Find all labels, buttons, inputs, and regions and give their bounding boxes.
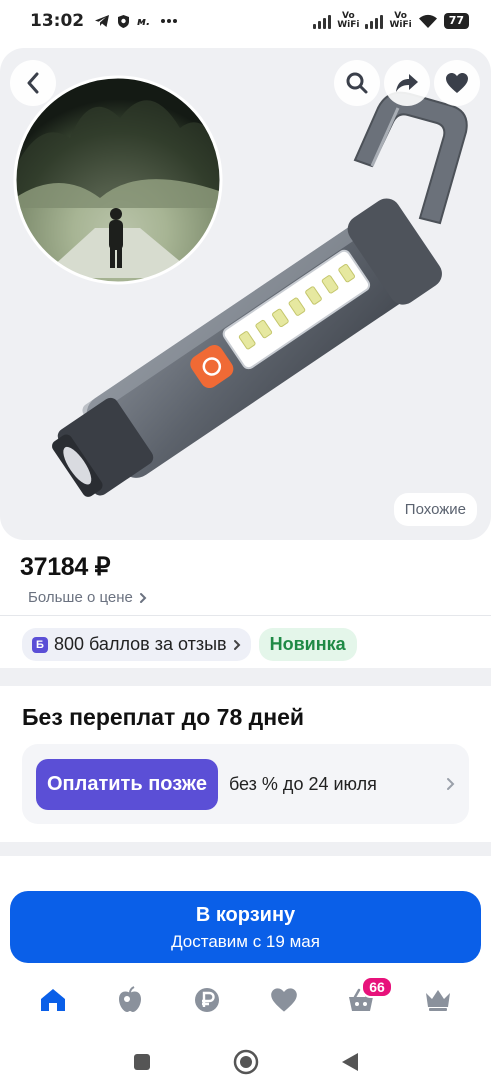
- m-icon: м.: [137, 15, 150, 27]
- installment-card: Без переплат до 78 дней Оплатить позже б…: [0, 686, 491, 842]
- next-section-card: [0, 856, 491, 896]
- search-button[interactable]: [334, 60, 380, 106]
- price-details-link[interactable]: Больше о цене: [28, 589, 147, 606]
- nav-finance[interactable]: [185, 978, 229, 1022]
- installment-title: Без переплат до 78 дней: [22, 704, 305, 730]
- nav-profile[interactable]: [416, 978, 460, 1022]
- status-notification-icons: м.: [94, 14, 178, 29]
- chevron-right-icon: [139, 592, 147, 603]
- review-points-chip[interactable]: Б 800 баллов за отзыв: [22, 628, 251, 661]
- square-icon: [133, 1054, 150, 1070]
- delivery-date-label: Доставим с 19 мая: [171, 932, 320, 951]
- nav-favorites[interactable]: [262, 978, 306, 1022]
- cart-count-badge: 66: [361, 976, 393, 998]
- search-icon: [346, 72, 368, 94]
- triangle-back-icon: [341, 1053, 358, 1071]
- wifi-icon: [418, 14, 437, 28]
- product-image: [13, 75, 468, 497]
- nav-home[interactable]: [31, 978, 75, 1022]
- chevron-left-icon: [27, 72, 39, 94]
- system-navigation-bar: [0, 1034, 491, 1090]
- ruble-icon: [194, 988, 219, 1012]
- back-button[interactable]: [10, 60, 56, 106]
- signal-icon: [313, 13, 332, 29]
- pay-later-button[interactable]: Оплатить позже: [36, 758, 218, 810]
- share-icon: [396, 74, 418, 92]
- battery-indicator: 77: [443, 13, 469, 29]
- heart-icon: [446, 73, 468, 93]
- shield-icon: [118, 14, 130, 28]
- share-button[interactable]: [384, 60, 430, 106]
- new-badge: Новинка: [258, 628, 357, 661]
- product-badges: Б 800 баллов за отзыв Новинка: [22, 628, 357, 661]
- status-time: 13:02: [30, 11, 85, 31]
- vowifi-label: Vo WiFi: [337, 11, 360, 30]
- add-to-cart-button[interactable]: В корзину Доставим с 19 мая: [10, 891, 481, 963]
- svg-text:м.: м.: [137, 15, 150, 27]
- home-icon: [40, 989, 65, 1011]
- section-separator: [0, 668, 491, 686]
- product-price: 37184 ₽: [20, 553, 111, 581]
- apple-icon: [118, 986, 141, 1012]
- chevron-right-icon: [447, 778, 455, 790]
- home-system-button[interactable]: [233, 1049, 259, 1075]
- installment-terms: без % до 24 июля: [228, 773, 377, 794]
- product-image-gallery[interactable]: Похожие: [0, 48, 491, 540]
- status-system-icons: Vo WiFi Vo WiFi 77: [313, 12, 469, 30]
- nav-cart[interactable]: 66: [339, 976, 393, 1022]
- vowifi-label-2: Vo WiFi: [389, 11, 412, 30]
- nav-catalog[interactable]: [108, 978, 152, 1022]
- status-bar: 13:02 м. Vo WiFi Vo WiFi 77: [0, 0, 491, 42]
- price-details-label: Больше о цене: [28, 589, 133, 606]
- crown-icon: [426, 990, 451, 1011]
- chevron-right-icon: [233, 639, 241, 650]
- more-dots-icon: [161, 19, 178, 23]
- telegram-icon: [95, 15, 110, 27]
- circle-icon: [233, 1049, 258, 1075]
- installment-option[interactable]: Оплатить позже без % до 24 июля: [22, 744, 469, 824]
- review-points-label: 800 баллов за отзыв: [54, 634, 227, 654]
- points-icon: Б: [32, 636, 48, 653]
- add-to-cart-label: В корзину: [195, 904, 296, 926]
- favorite-button[interactable]: [434, 60, 480, 106]
- section-separator-2: [0, 842, 491, 856]
- back-system-button[interactable]: [341, 1052, 359, 1072]
- signal-icon-2: [365, 13, 384, 29]
- divider: [0, 615, 491, 616]
- heart-icon: [271, 988, 297, 1012]
- recents-button[interactable]: [133, 1053, 151, 1071]
- similar-products-button[interactable]: Похожие: [393, 493, 477, 526]
- bottom-navigation: 66: [0, 972, 491, 1028]
